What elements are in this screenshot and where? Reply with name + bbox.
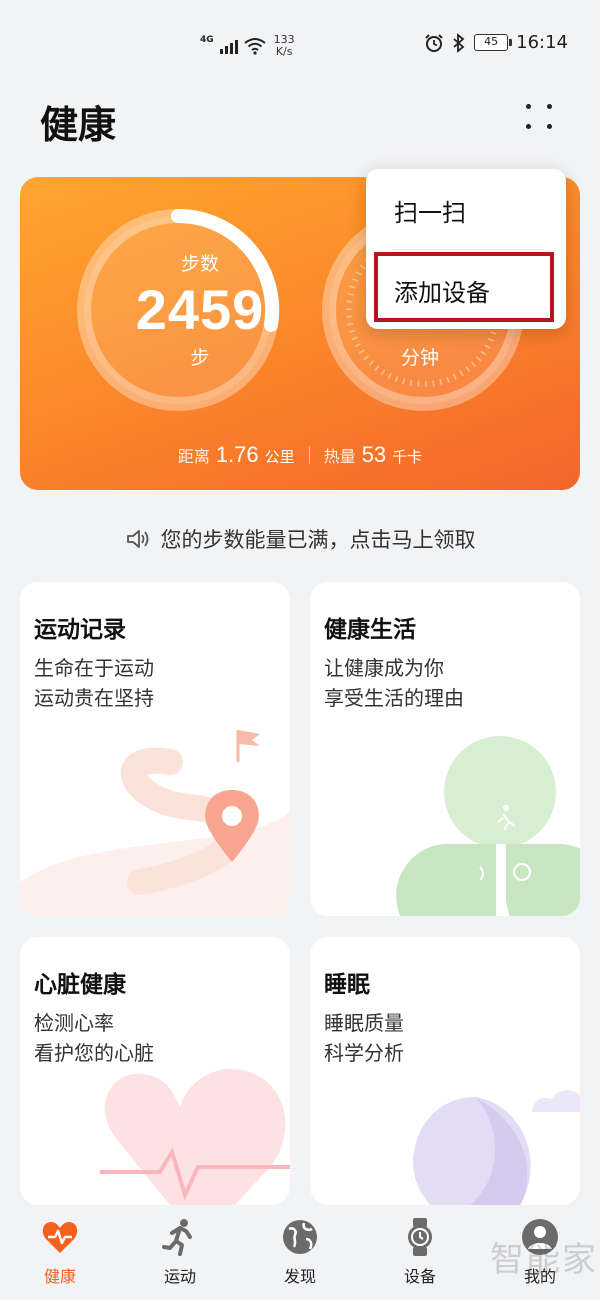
steps-value: 2459 (135, 278, 265, 341)
card-sleep[interactable]: 睡眠 睡眠质量 科学分析 (310, 937, 580, 1205)
network-speed: 133 K/s (273, 33, 295, 58)
nav-item-devices[interactable]: 设备 (360, 1205, 480, 1300)
menu-divider (394, 249, 542, 250)
nav-label: 运动 (163, 1267, 196, 1286)
nav-label: 设备 (403, 1267, 436, 1286)
highlight-box (374, 252, 554, 322)
calorie-unit: 千卡 (392, 448, 423, 466)
wifi-icon (244, 38, 266, 55)
distance-unit: 公里 (264, 448, 295, 466)
grid-dots-icon[interactable] (516, 96, 564, 140)
battery-icon: 45 (474, 34, 513, 51)
steps-unit: 步 (190, 347, 210, 369)
card-subtitle: 科学分析 (324, 1041, 404, 1065)
card-title: 睡眠 (324, 972, 370, 998)
card-title: 心脏健康 (34, 972, 126, 998)
nav-label: 健康 (43, 1267, 76, 1286)
watermark: 智能家 (490, 1240, 598, 1280)
card-subtitle: 生命在于运动 (34, 656, 154, 680)
clock: 16:14 (516, 32, 568, 53)
nav-item-health[interactable]: 健康 (0, 1205, 120, 1300)
card-subtitle: 检测心率 (34, 1011, 114, 1035)
globe-icon (283, 1220, 317, 1254)
card-heart-health[interactable]: 心脏健康 检测心率 看护您的心脏 (20, 937, 290, 1205)
speaker-icon (126, 530, 148, 548)
status-right: 45 16:14 (424, 32, 568, 53)
nav-item-exercise[interactable]: 运动 (120, 1205, 240, 1300)
card-subtitle: 睡眠质量 (324, 1011, 404, 1035)
minutes-unit: 分钟 (400, 347, 439, 369)
nav-label: 发现 (283, 1267, 316, 1286)
card-healthy-life[interactable]: 健康生活 让健康成为你 享受生活的理由 (310, 582, 580, 916)
calorie-label: 热量 (323, 447, 356, 466)
steps-title: 步数 (180, 253, 219, 275)
distance-label: 距离 (177, 447, 210, 466)
stats-divider (308, 446, 310, 464)
card-title: 健康生活 (324, 617, 416, 643)
alarm-icon (425, 33, 443, 52)
status-bar: 4G 133 K/s 45 16:14 (0, 0, 600, 88)
bluetooth-icon (453, 32, 465, 53)
card-exercise-record[interactable]: 运动记录 生命在于运动 运动贵在坚持 (20, 582, 290, 916)
menu-item-scan[interactable]: 扫一扫 (394, 193, 466, 228)
heart-pulse-icon (42, 1222, 78, 1253)
watch-icon (408, 1218, 432, 1256)
card-stats: 距离 1.76 公里 热量 53 千卡 (20, 442, 580, 468)
card-subtitle: 看护您的心脏 (34, 1041, 154, 1065)
network-type: 4G (200, 35, 214, 45)
nav-item-discover[interactable]: 发现 (240, 1205, 360, 1300)
distance-value: 1.76 (215, 442, 259, 467)
signal-icon (219, 38, 238, 54)
running-icon (162, 1219, 192, 1256)
page-title: 健康 (40, 103, 117, 147)
card-subtitle: 享受生活的理由 (324, 686, 464, 710)
network-status: 4G 133 K/s (200, 34, 295, 58)
energy-notice[interactable]: 您的步数能量已满，点击马上领取 (0, 524, 600, 554)
card-subtitle: 运动贵在坚持 (34, 686, 154, 710)
notice-text: 您的步数能量已满，点击马上领取 (160, 528, 476, 552)
calorie-value: 53 (361, 442, 387, 467)
card-title: 运动记录 (34, 617, 126, 643)
card-subtitle: 让健康成为你 (324, 656, 444, 680)
